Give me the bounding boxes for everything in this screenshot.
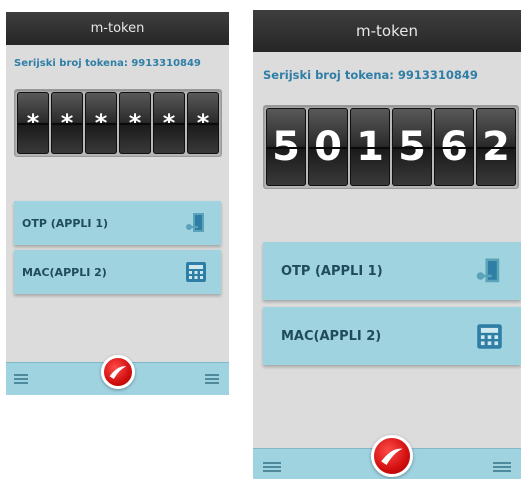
unicredit-logo-icon[interactable] [371,435,413,477]
token-screen-code: m-token Serijski broj tokena: 9913310849… [253,10,521,479]
code-digit: * [187,92,219,154]
title-bar: m-token [6,12,229,45]
token-screen-locked: m-token Serijski broj tokena: 9913310849… [6,12,229,395]
hamburger-icon[interactable] [205,372,219,386]
code-digit: 5 [266,108,306,186]
door-key-icon [183,211,207,235]
hamburger-icon[interactable] [263,460,281,474]
token-code-display: * * * * * * [14,89,222,157]
code-digit: * [17,92,49,154]
app-title: m-token [90,21,145,36]
unicredit-logo-icon[interactable] [101,355,135,389]
code-digit: 0 [308,108,348,186]
code-digit: 2 [476,108,516,186]
code-digit: 1 [350,108,390,186]
door-key-icon [473,256,503,286]
serial-number-label: Serijski broj tokena: 9913310849 [14,58,201,69]
hamburger-icon[interactable] [14,372,28,386]
calculator-icon [185,261,207,283]
otp-appli1-button[interactable]: OTP (APPLI 1) [14,201,221,245]
mac-appli2-button[interactable]: MAC(APPLI 2) [263,307,521,365]
code-digit: 5 [392,108,432,186]
mac-appli2-button[interactable]: MAC(APPLI 2) [14,250,221,294]
otp-button-label: OTP (APPLI 1) [281,263,383,279]
app-title: m-token [356,22,418,40]
code-digit: * [51,92,83,154]
code-digit: * [119,92,151,154]
calculator-icon [476,323,503,350]
code-digit: 6 [434,108,474,186]
mac-button-label: MAC(APPLI 2) [22,265,107,279]
otp-button-label: OTP (APPLI 1) [22,216,109,230]
code-digit: * [85,92,117,154]
code-digit: * [153,92,185,154]
hamburger-icon[interactable] [493,460,511,474]
title-bar: m-token [253,10,521,52]
otp-appli1-button[interactable]: OTP (APPLI 1) [263,242,521,300]
token-code-display: 5 0 1 5 6 2 [263,105,519,189]
serial-number-label: Serijski broj tokena: 9913310849 [263,68,478,82]
mac-button-label: MAC(APPLI 2) [281,328,382,344]
